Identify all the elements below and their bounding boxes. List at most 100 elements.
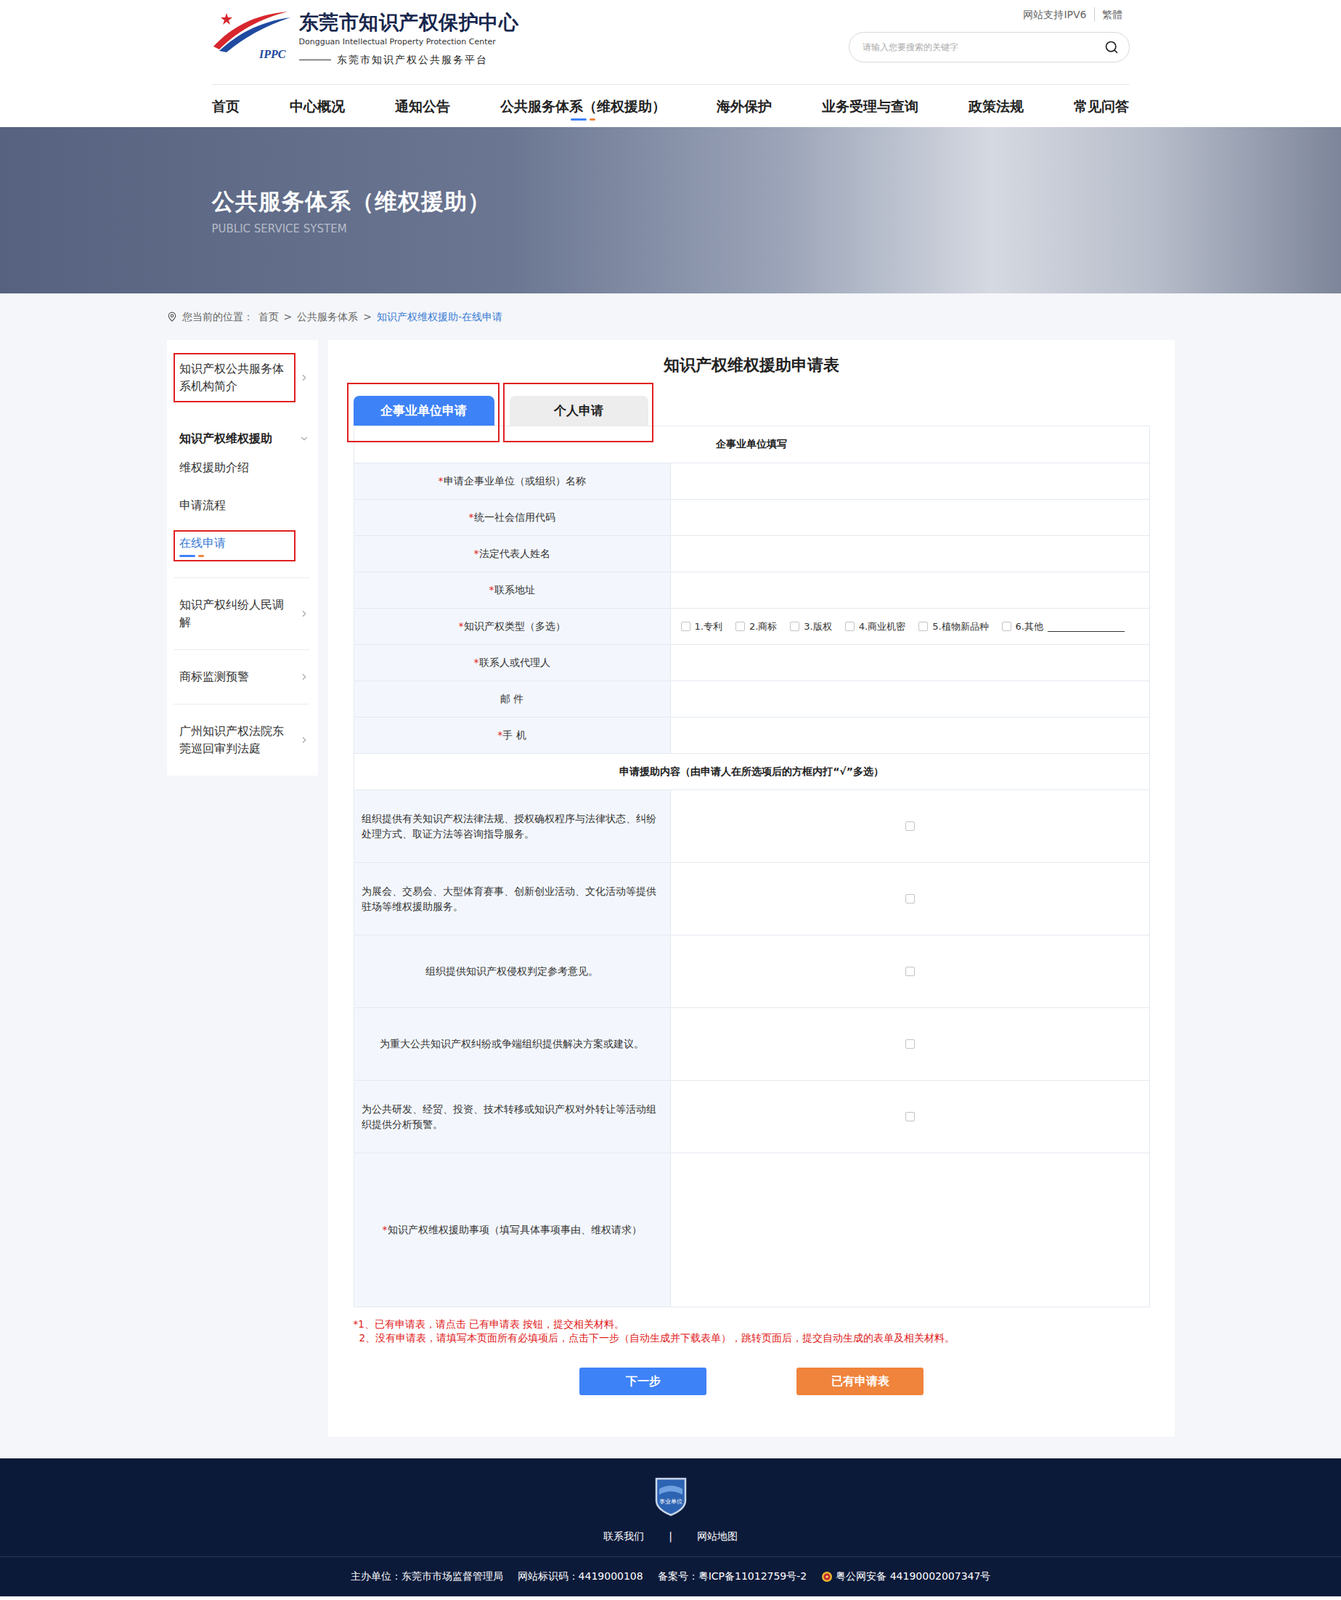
checkbox[interactable]	[681, 621, 691, 631]
type-option[interactable]: 1.专利	[681, 620, 723, 634]
nav-item[interactable]: 首页	[212, 92, 240, 121]
next-button[interactable]: 下一步	[579, 1367, 707, 1395]
form-row: *统一社会信用代码	[354, 498, 1150, 536]
footer-separator: |	[668, 1528, 673, 1543]
matter-row: *知识产权维权援助事项（填写具体事项事由、维权请求）	[354, 1152, 1150, 1307]
nav-item[interactable]: 公共服务体系（维权援助）	[500, 92, 666, 121]
sidebar-item: 知识产权维权援助维权援助介绍申请流程在线申请	[173, 422, 310, 562]
assistance-row: 为展会、交易会、大型体育赛事、创新创业活动、文化活动等提供驻场等维权援助服务。	[354, 861, 1150, 935]
text-input[interactable]	[681, 656, 1140, 670]
notes: *1、已有申请表，请点击 已有申请表 按钮，提交相关材料。2、没有申请表，请填写…	[353, 1317, 1151, 1345]
checkbox[interactable]	[905, 893, 915, 904]
checkbox[interactable]	[845, 621, 855, 631]
footer-info: 粤公网安备 44190002007347号	[821, 1569, 991, 1583]
breadcrumb: 您当前的位置：首页>公共服务体系>知识产权维权援助-在线申请	[166, 308, 1175, 325]
search-box	[848, 31, 1130, 63]
note: *1、已有申请表，请点击 已有申请表 按钮，提交相关材料。	[353, 1317, 1151, 1331]
footer-link[interactable]: 网站地图	[697, 1528, 738, 1543]
breadcrumb-item[interactable]: 公共服务体系	[296, 308, 358, 325]
tab[interactable]: 个人申请	[509, 395, 649, 426]
nav-item[interactable]: 通知公告	[394, 92, 451, 121]
sidebar-item: 商标监测预警	[173, 649, 310, 704]
sidebar-link[interactable]: 知识产权公共服务体系机构简介	[173, 352, 310, 403]
banner-title: 公共服务体系（维权援助）	[212, 186, 1130, 216]
form-row: *联系人或代理人	[354, 643, 1150, 681]
search-input[interactable]	[861, 41, 1099, 54]
header: IPPC东莞市知识产权保护中心Dongguan Intellectual Pro…	[0, 0, 1341, 128]
form-row: *法定代表人姓名	[354, 535, 1150, 572]
checkbox[interactable]	[789, 621, 800, 631]
note: 2、没有申请表，请填写本页面所有必填项后，点击下一步（自动生成并下载表单），跳转…	[353, 1330, 1151, 1345]
text-input[interactable]	[681, 547, 1140, 561]
location-icon	[166, 311, 178, 322]
institution-emblem-icon: 事业单位	[653, 1475, 689, 1516]
section-header: 申请援助内容（由申请人在所选项后的方框内打“√”多选）	[354, 752, 1150, 790]
tabs: 企事业单位申请个人申请	[347, 382, 1151, 443]
form-row: *知识产权类型（多选）1.专利2.商标3.版权4.商业机密5.植物新品种6.其他	[354, 607, 1150, 644]
sidebar-link[interactable]: 知识产权纠纷人民调解	[173, 588, 310, 639]
nav-item[interactable]: 业务受理与查询	[821, 92, 919, 121]
police-badge-icon	[821, 1570, 833, 1583]
nav-item[interactable]: 政策法规	[968, 92, 1024, 121]
breadcrumb-item[interactable]: 知识产权维权援助-在线申请	[376, 308, 503, 325]
banner-subtitle: PUBLIC SERVICE SYSTEM	[212, 221, 1130, 236]
sidebar-link[interactable]: 知识产权维权援助	[173, 422, 310, 455]
text-input[interactable]	[681, 474, 1140, 488]
existing-form-button[interactable]: 已有申请表	[796, 1367, 924, 1395]
nav-item[interactable]: 中心概况	[289, 92, 345, 121]
form-row: *手 机	[354, 716, 1150, 753]
tab[interactable]: 企事业单位申请	[353, 395, 495, 426]
logo-swoosh-icon	[212, 8, 294, 53]
chevron-down-icon	[299, 433, 310, 444]
type-option[interactable]: 6.其他	[1001, 620, 1125, 634]
footer-link[interactable]: 联系我们	[603, 1528, 644, 1543]
checkbox[interactable]	[905, 966, 915, 976]
footer-info: 主办单位：东莞市市场监督管理局	[350, 1569, 504, 1583]
assistance-row: 组织提供知识产权侵权判定参考意见。	[354, 934, 1150, 1008]
text-input[interactable]	[681, 728, 1140, 743]
form-title: 知识产权维权援助申请表	[353, 354, 1151, 377]
other-blank[interactable]	[1047, 621, 1125, 632]
breadcrumb-separator: >	[283, 308, 293, 325]
sidebar-subitem[interactable]: 在线申请	[173, 530, 310, 562]
checkbox[interactable]	[1001, 621, 1012, 631]
footer-info: 网站标识码：4419000108	[517, 1569, 644, 1583]
top-link[interactable]: 网站支持IPV6	[1015, 7, 1094, 22]
logo[interactable]: IPPC东莞市知识产权保护中心Dongguan Intellectual Pro…	[212, 0, 520, 67]
checkbox[interactable]	[918, 621, 928, 631]
nav-bar: 首页 中心概况 通知公告 公共服务体系（维权援助） 海外保护 业务受理与查询 政策法规 常见问…	[212, 84, 1130, 128]
footer: 事业单位联系我们 | 网站地图主办单位：东莞市市场监督管理局网站标识码：441900…	[0, 1457, 1341, 1596]
nav-item[interactable]: 海外保护	[716, 92, 772, 121]
text-input[interactable]	[681, 692, 1140, 706]
assistance-row: 组织提供有关知识产权法律法规、授权确权程序与法律状态、纠纷处理方式、取证方法等咨…	[354, 789, 1150, 862]
checkbox[interactable]	[905, 1038, 915, 1049]
search-icon[interactable]	[1104, 39, 1119, 55]
top-link[interactable]: 繁體	[1094, 7, 1130, 22]
chevron-right-icon	[299, 372, 310, 383]
nav-underline	[570, 118, 596, 121]
sidebar-subitem[interactable]: 申请流程	[173, 492, 310, 524]
type-option[interactable]: 5.植物新品种	[918, 620, 989, 634]
type-option[interactable]: 2.商标	[735, 620, 777, 634]
sidebar-link[interactable]: 广州知识产权法院东莞巡回审判法庭	[173, 715, 310, 765]
text-input[interactable]	[681, 583, 1140, 597]
sidebar-subitem[interactable]: 维权援助介绍	[173, 454, 310, 486]
breadcrumb-item[interactable]: 首页	[258, 308, 279, 325]
assistance-row: 为公共研发、经贸、投资、技术转移或知识产权对外转让等活动组织提供分析预警。	[354, 1079, 1150, 1153]
checkbox[interactable]	[905, 1111, 915, 1122]
section-header: 企事业单位填写	[354, 426, 1150, 463]
type-option[interactable]: 3.版权	[789, 620, 832, 634]
sidebar-link[interactable]: 商标监测预警	[173, 660, 310, 693]
logo-title: 东莞市知识产权保护中心	[299, 10, 520, 35]
form-row: 邮 件	[354, 680, 1150, 717]
form-row: *申请企事业单位（或组织）名称	[354, 462, 1150, 499]
checkbox[interactable]	[735, 621, 745, 631]
type-option[interactable]: 4.商业机密	[845, 620, 906, 634]
form-row: *联系地址	[354, 571, 1150, 608]
nav-item[interactable]: 常见问答	[1073, 92, 1129, 121]
sidebar-item: 知识产权公共服务体系机构简介	[173, 352, 310, 403]
checkbox[interactable]	[905, 821, 915, 831]
matter-textarea[interactable]	[681, 1160, 1140, 1299]
footer-info: 备案号：粤ICP备11012759号-2	[657, 1569, 808, 1583]
text-input[interactable]	[681, 511, 1140, 525]
